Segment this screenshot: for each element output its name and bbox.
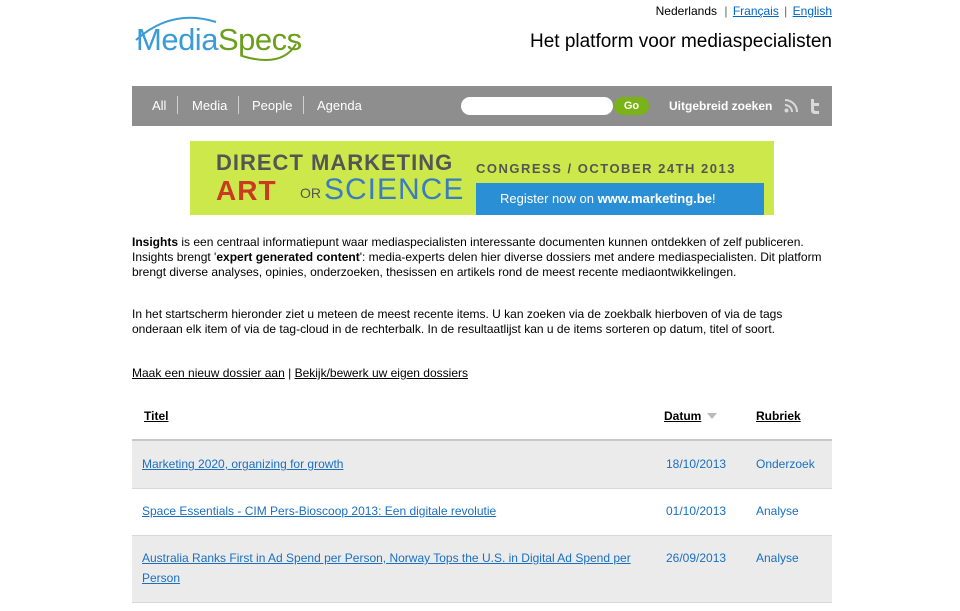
- nav-divider: [238, 96, 239, 114]
- twitter-icon[interactable]: [808, 98, 822, 114]
- banner-or: OR: [300, 185, 321, 201]
- nav-item-media[interactable]: Media: [192, 98, 227, 113]
- nav-item-people[interactable]: People: [252, 98, 292, 113]
- dossier-links: Maak een nieuw dossier aan | Bekijk/bewe…: [132, 366, 468, 380]
- lang-nederlands[interactable]: Nederlands: [654, 4, 719, 18]
- lang-separator: |: [784, 4, 788, 18]
- intro-paragraph: Insights is een centraal informatiepunt …: [132, 235, 832, 280]
- own-dossiers-link[interactable]: Bekijk/bewerk uw eigen dossiers: [295, 366, 468, 380]
- table-row: Marketing 2020, organizing for growth 18…: [132, 441, 832, 489]
- table-row: Australia Ranks First in Ad Spend per Pe…: [132, 536, 832, 603]
- column-header-date-label: Datum: [664, 409, 702, 423]
- language-switcher: Nederlands | Français | English: [654, 4, 832, 18]
- banner-art: ART: [216, 175, 277, 206]
- main-nav: All Media People Agenda Go Uitgebreid zo…: [132, 86, 832, 126]
- row-date: 18/10/2013: [666, 457, 727, 471]
- tagline: Het platform voor mediaspecialisten: [529, 31, 832, 52]
- marketing-congress-banner[interactable]: DIRECT MARKETING ART OR SCIENCE CONGRESS…: [190, 141, 774, 215]
- banner-register-cta[interactable]: Register now on www.marketing.be!: [476, 183, 764, 215]
- help-paragraph: In het startscherm hieronder ziet u mete…: [132, 307, 783, 336]
- lang-separator: |: [724, 4, 728, 18]
- column-header-title[interactable]: Titel: [144, 409, 168, 423]
- logo-text-media: Media: [136, 22, 218, 57]
- row-title-link[interactable]: Space Essentials - CIM Pers-Bioscoop 201…: [142, 501, 632, 521]
- rss-icon[interactable]: [784, 99, 798, 113]
- nav-item-all[interactable]: All: [152, 98, 166, 113]
- banner-register-url: www.marketing.be: [597, 191, 712, 206]
- go-button[interactable]: Go: [614, 97, 649, 115]
- banner-register-prefix: Register now on: [500, 191, 598, 206]
- row-title-link[interactable]: Australia Ranks First in Ad Spend per Pe…: [142, 548, 632, 588]
- banner-science: SCIENCE: [324, 173, 465, 206]
- advanced-search-link[interactable]: Uitgebreid zoeken: [669, 99, 772, 113]
- sort-down-icon[interactable]: [707, 413, 717, 419]
- lang-francais[interactable]: Français: [733, 4, 779, 18]
- row-rubriek-link[interactable]: Onderzoek: [756, 454, 815, 474]
- row-rubriek-link[interactable]: Analyse: [756, 501, 799, 521]
- nav-divider: [303, 96, 304, 114]
- links-separator: |: [288, 366, 292, 380]
- logo-text-specs: Specs: [217, 22, 302, 57]
- column-header-date[interactable]: Datum: [664, 409, 701, 423]
- nav-item-agenda[interactable]: Agenda: [317, 98, 362, 113]
- search-input[interactable]: [461, 97, 613, 115]
- intro-bold-insights: Insights: [132, 235, 179, 249]
- nav-divider: [177, 96, 178, 114]
- row-date: 01/10/2013: [666, 504, 727, 518]
- column-header-rubriek[interactable]: Rubriek: [756, 409, 801, 423]
- row-date: 26/09/2013: [666, 551, 727, 565]
- lang-english[interactable]: English: [793, 4, 832, 18]
- row-title-link[interactable]: Marketing 2020, organizing for growth: [142, 454, 632, 474]
- new-dossier-link[interactable]: Maak een nieuw dossier aan: [132, 366, 285, 380]
- banner-congress-date: CONGRESS / OCTOBER 24TH 2013: [476, 161, 736, 176]
- mediaspecs-logo[interactable]: MediaSpecs: [132, 14, 302, 64]
- banner-register-suffix: !: [711, 191, 716, 206]
- intro-bold-expert: expert generated content: [216, 250, 360, 264]
- row-rubriek-link[interactable]: Analyse: [756, 548, 799, 568]
- table-row: Space Essentials - CIM Pers-Bioscoop 201…: [132, 489, 832, 536]
